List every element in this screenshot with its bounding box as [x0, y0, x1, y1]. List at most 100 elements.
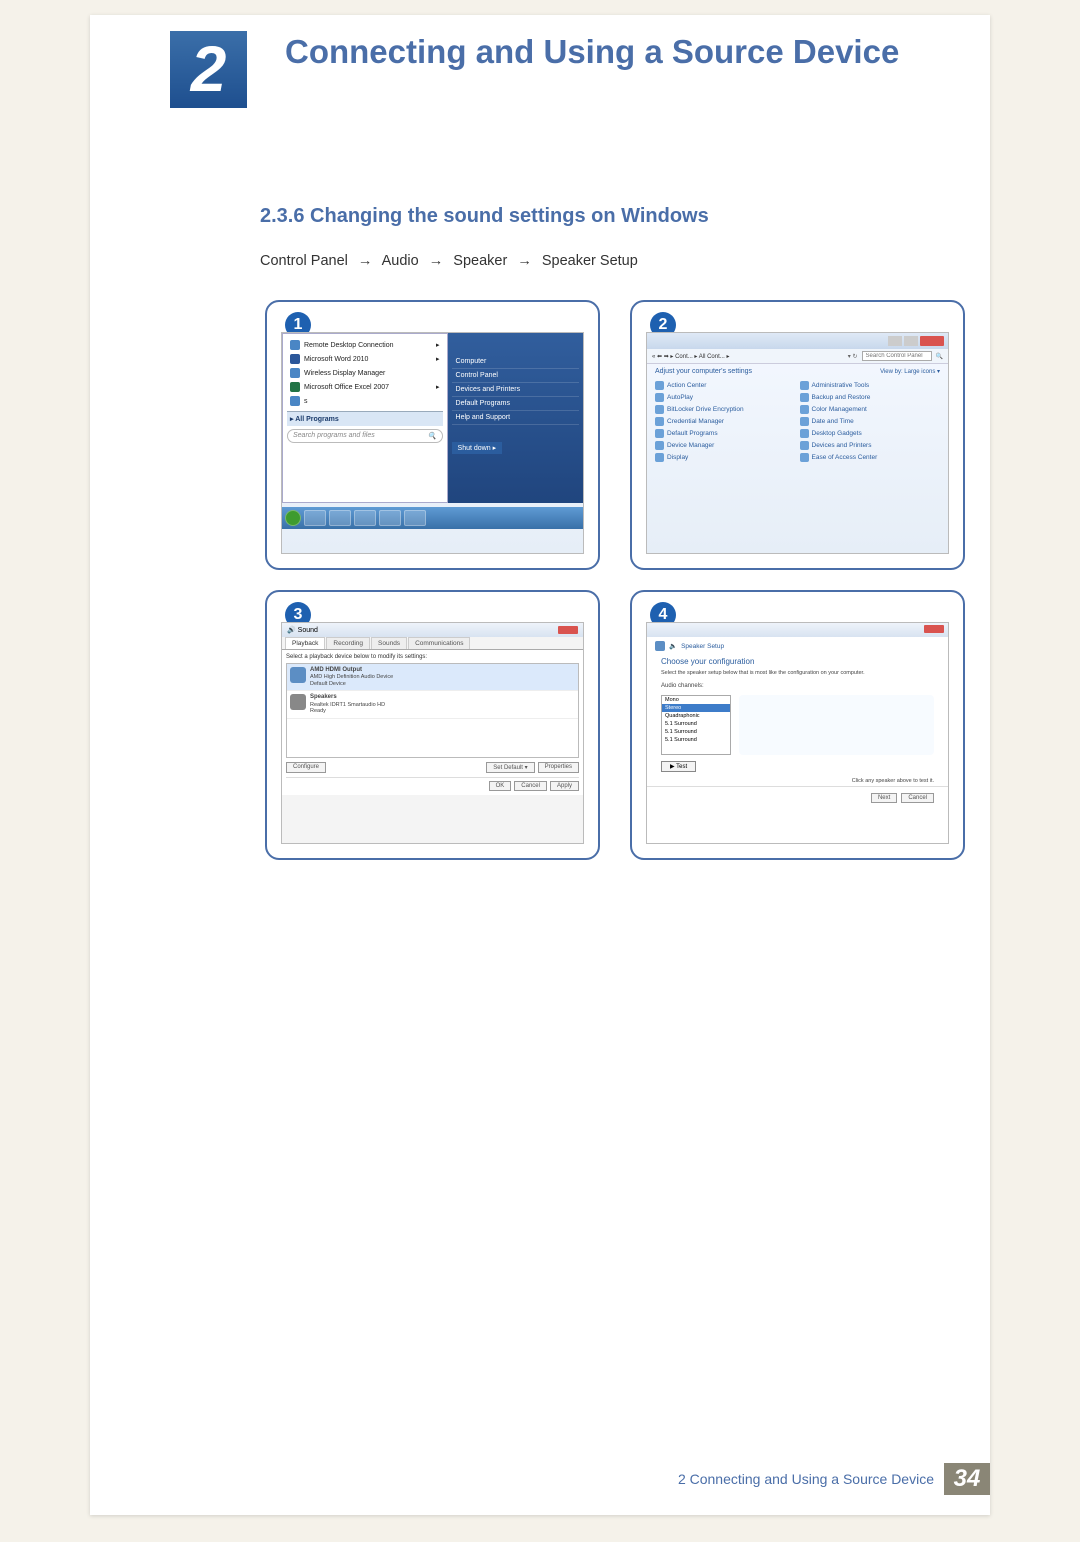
set-default-button[interactable]: Set Default ▾	[486, 762, 534, 773]
device-state: Ready	[310, 708, 326, 714]
start-menu-label: Microsoft Office Excel 2007	[304, 384, 389, 391]
tab-communications[interactable]: Communications	[408, 637, 470, 649]
search-icon[interactable]: 🔍	[936, 353, 943, 360]
page-number: 34	[944, 1463, 990, 1495]
tab-sounds[interactable]: Sounds	[371, 637, 407, 649]
program-icon	[290, 382, 300, 392]
all-programs-item[interactable]: ▸ All Programs	[287, 411, 443, 426]
list-item[interactable]: 5.1 Surround	[662, 728, 730, 736]
back-icon[interactable]	[655, 641, 665, 651]
cp-item[interactable]: AutoPlay	[655, 393, 796, 402]
cp-item[interactable]: Default Programs	[655, 429, 796, 438]
list-item[interactable]: 5.1 Surround	[662, 720, 730, 728]
cp-item[interactable]: Desktop Gadgets	[800, 429, 941, 438]
cp-item[interactable]: Action Center	[655, 381, 796, 390]
start-menu-system-item[interactable]: Default Programs	[452, 397, 579, 411]
start-menu-system-item[interactable]: Help and Support	[452, 411, 579, 425]
start-menu-label: s	[304, 398, 308, 405]
start-menu-item[interactable]: Wireless Display Manager	[287, 366, 443, 380]
all-programs-label: All Programs	[295, 416, 339, 423]
start-menu-system-item[interactable]: Computer	[452, 355, 579, 369]
cp-item-label: Desktop Gadgets	[812, 430, 862, 437]
list-item[interactable]: SpeakersRealtek IDRT1 Smartaudio HDReady	[287, 691, 578, 718]
apply-button[interactable]: Apply	[550, 781, 579, 791]
list-item[interactable]: 5.1 Surround	[662, 736, 730, 744]
taskbar-item[interactable]	[354, 510, 376, 526]
cp-item-label: Action Center	[667, 382, 706, 389]
cp-item[interactable]: Color Management	[800, 405, 941, 414]
taskbar-start-icon[interactable]	[285, 510, 301, 526]
configure-button[interactable]: Configure	[286, 762, 326, 773]
titlebar	[647, 623, 948, 637]
cp-item[interactable]: Credential Manager	[655, 417, 796, 426]
hdmi-icon	[290, 667, 306, 683]
start-menu-item[interactable]: Remote Desktop Connection▸	[287, 338, 443, 352]
start-menu-system-item[interactable]: Control Panel	[452, 369, 579, 383]
properties-button[interactable]: Properties	[538, 762, 579, 773]
test-button[interactable]: ▶ Test	[661, 761, 696, 772]
search-placeholder: Search programs and files	[293, 432, 375, 440]
cp-items-grid: Action Center Administrative Tools AutoP…	[647, 379, 948, 464]
search-input[interactable]: Search programs and files🔍	[287, 429, 443, 443]
close-icon[interactable]	[558, 626, 578, 634]
program-icon	[290, 340, 300, 350]
cancel-button[interactable]: Cancel	[514, 781, 547, 791]
cp-item[interactable]: Device Manager	[655, 441, 796, 450]
shutdown-button[interactable]: Shut down ▸	[452, 442, 503, 454]
ok-button[interactable]: OK	[489, 781, 512, 791]
start-menu-item[interactable]: Microsoft Word 2010▸	[287, 352, 443, 366]
cp-item[interactable]: Administrative Tools	[800, 381, 941, 390]
start-menu-item[interactable]: s	[287, 394, 443, 408]
taskbar-item[interactable]	[379, 510, 401, 526]
maximize-icon[interactable]	[904, 336, 918, 346]
footer-text: 2 Connecting and Using a Source Device	[678, 1471, 944, 1487]
cp-item[interactable]: BitLocker Drive Encryption	[655, 405, 796, 414]
breadcrumb-item: Control Panel	[260, 253, 348, 269]
titlebar	[647, 333, 948, 349]
breadcrumb-arrow-icon: →	[511, 253, 538, 269]
speaker-diagram[interactable]	[739, 695, 934, 755]
cp-item-label: Administrative Tools	[812, 382, 870, 389]
speaker-icon: 🔊	[287, 627, 296, 634]
lock-icon	[655, 405, 664, 414]
cp-item[interactable]: Ease of Access Center	[800, 453, 941, 462]
cp-item-label: Ease of Access Center	[812, 454, 878, 461]
defaults-icon	[655, 429, 664, 438]
start-menu-item[interactable]: Microsoft Office Excel 2007▸	[287, 380, 443, 394]
list-item[interactable]: Mono	[662, 696, 730, 704]
cancel-button[interactable]: Cancel	[901, 793, 934, 803]
window-title: Sound	[298, 627, 318, 634]
list-item[interactable]: AMD HDMI OutputAMD High Definition Audio…	[287, 664, 578, 691]
path-text[interactable]: « ⬅ ➡ ▸ Cont... ▸ All Cont... ▸	[652, 353, 844, 360]
panels-grid: 1 Remote Desktop Connection▸ Microsoft W…	[265, 300, 965, 860]
list-item[interactable]: Quadraphonic	[662, 712, 730, 720]
close-icon[interactable]	[920, 336, 944, 346]
address-bar: « ⬅ ➡ ▸ Cont... ▸ All Cont... ▸ ▾ ↻ 🔍	[647, 349, 948, 364]
cp-item-label: Color Management	[812, 406, 867, 413]
cp-item[interactable]: Backup and Restore	[800, 393, 941, 402]
cp-item[interactable]: Date and Time	[800, 417, 941, 426]
refresh-icon[interactable]: ▾ ↻	[848, 353, 858, 360]
taskbar-item[interactable]	[329, 510, 351, 526]
taskbar-item[interactable]	[304, 510, 326, 526]
cp-heading-row: Adjust your computer's settings View by:…	[647, 364, 948, 379]
channels-listbox[interactable]: Mono Stereo Quadraphonic 5.1 Surround 5.…	[661, 695, 731, 755]
view-by-dropdown[interactable]: View by: Large icons ▾	[880, 368, 940, 375]
start-menu-system-item[interactable]: Devices and Printers	[452, 383, 579, 397]
close-icon[interactable]	[924, 625, 944, 633]
tab-recording[interactable]: Recording	[326, 637, 370, 649]
start-menu-window: Remote Desktop Connection▸ Microsoft Wor…	[281, 332, 584, 554]
cp-item[interactable]: Devices and Printers	[800, 441, 941, 450]
list-item[interactable]: Stereo	[662, 704, 730, 712]
cp-item-label: Credential Manager	[667, 418, 724, 425]
search-input[interactable]	[862, 351, 932, 361]
breadcrumb-bar: 🔈Speaker Setup	[647, 637, 948, 655]
taskbar-item[interactable]	[404, 510, 426, 526]
device-list[interactable]: AMD HDMI OutputAMD High Definition Audio…	[286, 663, 579, 758]
tab-bar: Playback Recording Sounds Communications	[282, 637, 583, 650]
minimize-icon[interactable]	[888, 336, 902, 346]
tab-playback[interactable]: Playback	[285, 637, 325, 649]
cp-item[interactable]: Display	[655, 453, 796, 462]
next-button[interactable]: Next	[871, 793, 897, 803]
section-number: 2.3.6	[260, 205, 304, 227]
